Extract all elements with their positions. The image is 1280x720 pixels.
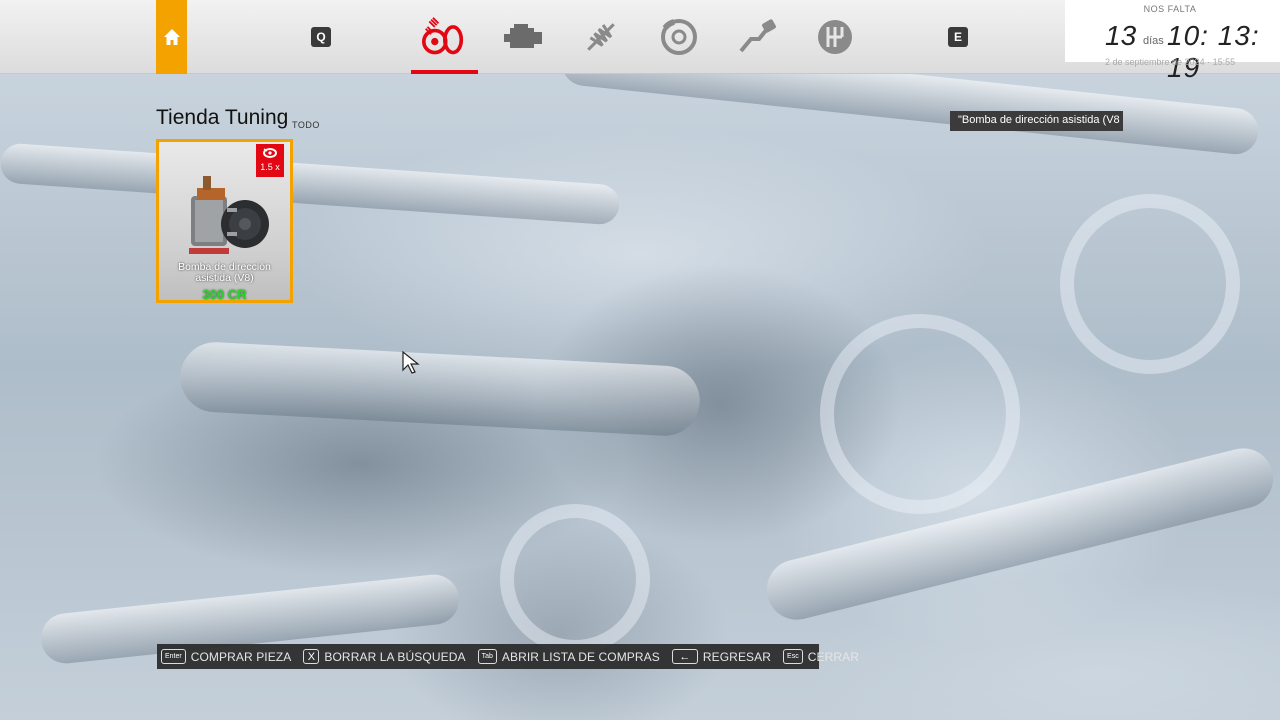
countdown-time: 10: 13: 19: [1167, 20, 1260, 83]
countdown-label: NOS FALTA: [1143, 4, 1197, 14]
active-category-indicator: [411, 70, 478, 74]
prev-category-key[interactable]: Q: [311, 27, 331, 47]
gearbox-icon: [818, 20, 852, 54]
brakes-icon: [661, 19, 697, 55]
x-key-icon: X: [303, 649, 320, 664]
category-wheels-tuning[interactable]: [422, 16, 464, 58]
item-price: 300 CR: [202, 287, 247, 302]
hint-close[interactable]: Esc CERRAR: [783, 649, 859, 664]
hint-label: COMPRAR PIEZA: [190, 649, 292, 664]
backspace-key-icon: ←: [671, 649, 698, 664]
countdown-days-word: días: [1143, 35, 1164, 47]
tab-key-icon: Tab: [477, 649, 497, 664]
item-name: Bomba de dirección asistida (V8): [178, 261, 271, 284]
countdown-panel: NOS FALTA 13 días 10: 13: 19 2 de septie…: [1065, 0, 1280, 83]
category-gearbox[interactable]: [814, 16, 856, 58]
hint-go-back[interactable]: ← REGRESAR: [671, 649, 772, 664]
shop-item-card[interactable]: 1.5 x Bomba de dirección asistida (V8) 3…: [156, 139, 293, 303]
hint-clear-search[interactable]: X BORRAR LA BÚSQUEDA: [303, 649, 465, 664]
control-hints-bar: Enter COMPRAR PIEZA X BORRAR LA BÚSQUEDA…: [157, 644, 859, 669]
mouse-cursor-icon: [402, 351, 420, 374]
enter-key-icon: Enter: [161, 649, 186, 664]
category-exhaust[interactable]: [736, 16, 778, 58]
category-brakes[interactable]: [658, 16, 700, 58]
category-suspension[interactable]: [580, 16, 622, 58]
power-steering-pump-image: [189, 176, 269, 254]
exhaust-icon: [739, 19, 776, 53]
home-icon: [163, 29, 180, 45]
hint-buy-part[interactable]: Enter COMPRAR PIEZA: [161, 649, 291, 664]
hint-label: BORRAR LA BÚSQUEDA: [324, 649, 466, 664]
wheels-tuning-icon: [422, 17, 464, 55]
hint-label: CERRAR: [807, 649, 859, 664]
suspension-icon: [587, 23, 615, 51]
search-query-display: "Bomba de dirección asistida (V8: [950, 111, 1123, 131]
hint-label: ABRIR LISTA DE COMPRAS: [501, 649, 660, 664]
hint-label: REGRESAR: [702, 649, 772, 664]
next-category-key[interactable]: E: [948, 27, 968, 47]
countdown-date: 2 de septiembre de 2024 · 15:55: [1105, 57, 1236, 67]
shop-filter[interactable]: TODO: [292, 120, 320, 130]
hint-open-shopping-list[interactable]: Tab ABRIR LISTA DE COMPRAS: [477, 649, 660, 664]
turbo-icon: [263, 148, 277, 158]
shop-title: Tienda Tuning: [156, 106, 289, 129]
countdown-days: 13: [1105, 20, 1137, 51]
engine-icon: [504, 24, 542, 48]
category-engine[interactable]: [502, 16, 544, 58]
home-button[interactable]: [156, 0, 187, 74]
esc-key-icon: Esc: [783, 649, 803, 664]
top-navigation-bar: Q E NOS FALTA 13 días 10: 13: 19 2 de se…: [0, 0, 1280, 83]
